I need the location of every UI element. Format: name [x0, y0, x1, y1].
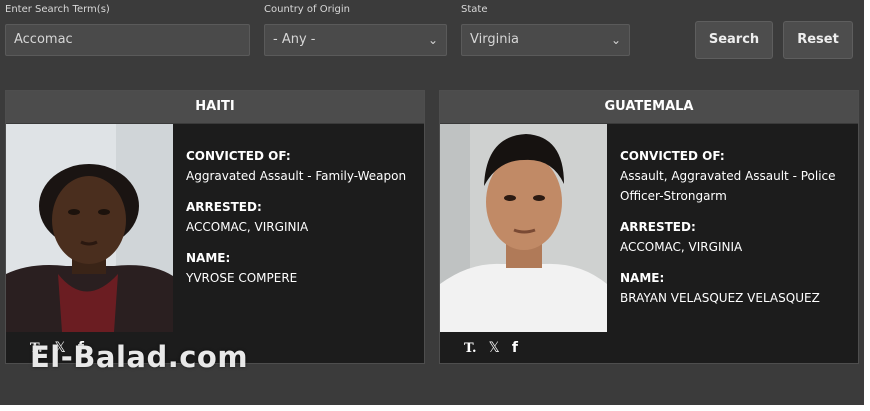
country-label: Country of Origin [264, 4, 350, 15]
chevron-down-icon: ⌄ [610, 33, 621, 47]
result-card: GUATEMALA CONVICTED OF: Assault, Aggrava… [439, 90, 859, 364]
card-country-title: GUATEMALA [440, 91, 858, 124]
name-label: NAME: [620, 271, 665, 285]
arrested-label: ARRESTED: [620, 220, 696, 234]
share-bar: T. 𝕏 f [464, 339, 518, 357]
search-term-input[interactable]: Accomac [5, 24, 250, 56]
search-term-label: Enter Search Term(s) [5, 4, 110, 15]
watermark-logo: El-Balad.com [30, 340, 249, 374]
name-value: BRAYAN VELASQUEZ VELASQUEZ [620, 291, 820, 305]
mugshot-photo [440, 124, 607, 332]
name-label: NAME: [186, 251, 231, 265]
mugshot-photo [6, 124, 173, 332]
convicted-label: CONVICTED OF: [620, 149, 725, 163]
convicted-value: Assault, Aggravated Assault - Police Off… [620, 169, 836, 203]
country-select[interactable]: - Any - ⌄ [264, 24, 447, 56]
state-select[interactable]: Virginia ⌄ [461, 24, 630, 56]
convicted-value: Aggravated Assault - Family-Weapon [186, 169, 407, 183]
convicted-label: CONVICTED OF: [186, 149, 291, 163]
arrested-label: ARRESTED: [186, 200, 262, 214]
facebook-icon[interactable]: f [512, 340, 518, 356]
card-info: CONVICTED OF: Assault, Aggravated Assaul… [620, 146, 850, 319]
arrested-value: ACCOMAC, VIRGINIA [186, 220, 309, 234]
card-info: CONVICTED OF: Aggravated Assault - Famil… [186, 146, 416, 299]
reset-button[interactable]: Reset [783, 21, 853, 59]
card-country-title: HAITI [6, 91, 424, 124]
result-card: HAITI CONVICTED OF: Aggravated Assault -… [5, 90, 425, 364]
search-button[interactable]: Search [695, 21, 773, 59]
x-logo-icon[interactable]: 𝕏 [489, 340, 500, 356]
country-select-value: - Any - [273, 32, 316, 47]
state-label: State [461, 4, 488, 15]
name-value: YVROSE COMPERE [186, 271, 298, 285]
chevron-down-icon: ⌄ [427, 33, 438, 47]
t-logo-icon[interactable]: T. [464, 341, 477, 356]
app-panel: Enter Search Term(s) Accomac Country of … [0, 0, 864, 405]
state-select-value: Virginia [470, 32, 520, 47]
arrested-value: ACCOMAC, VIRGINIA [620, 240, 743, 254]
